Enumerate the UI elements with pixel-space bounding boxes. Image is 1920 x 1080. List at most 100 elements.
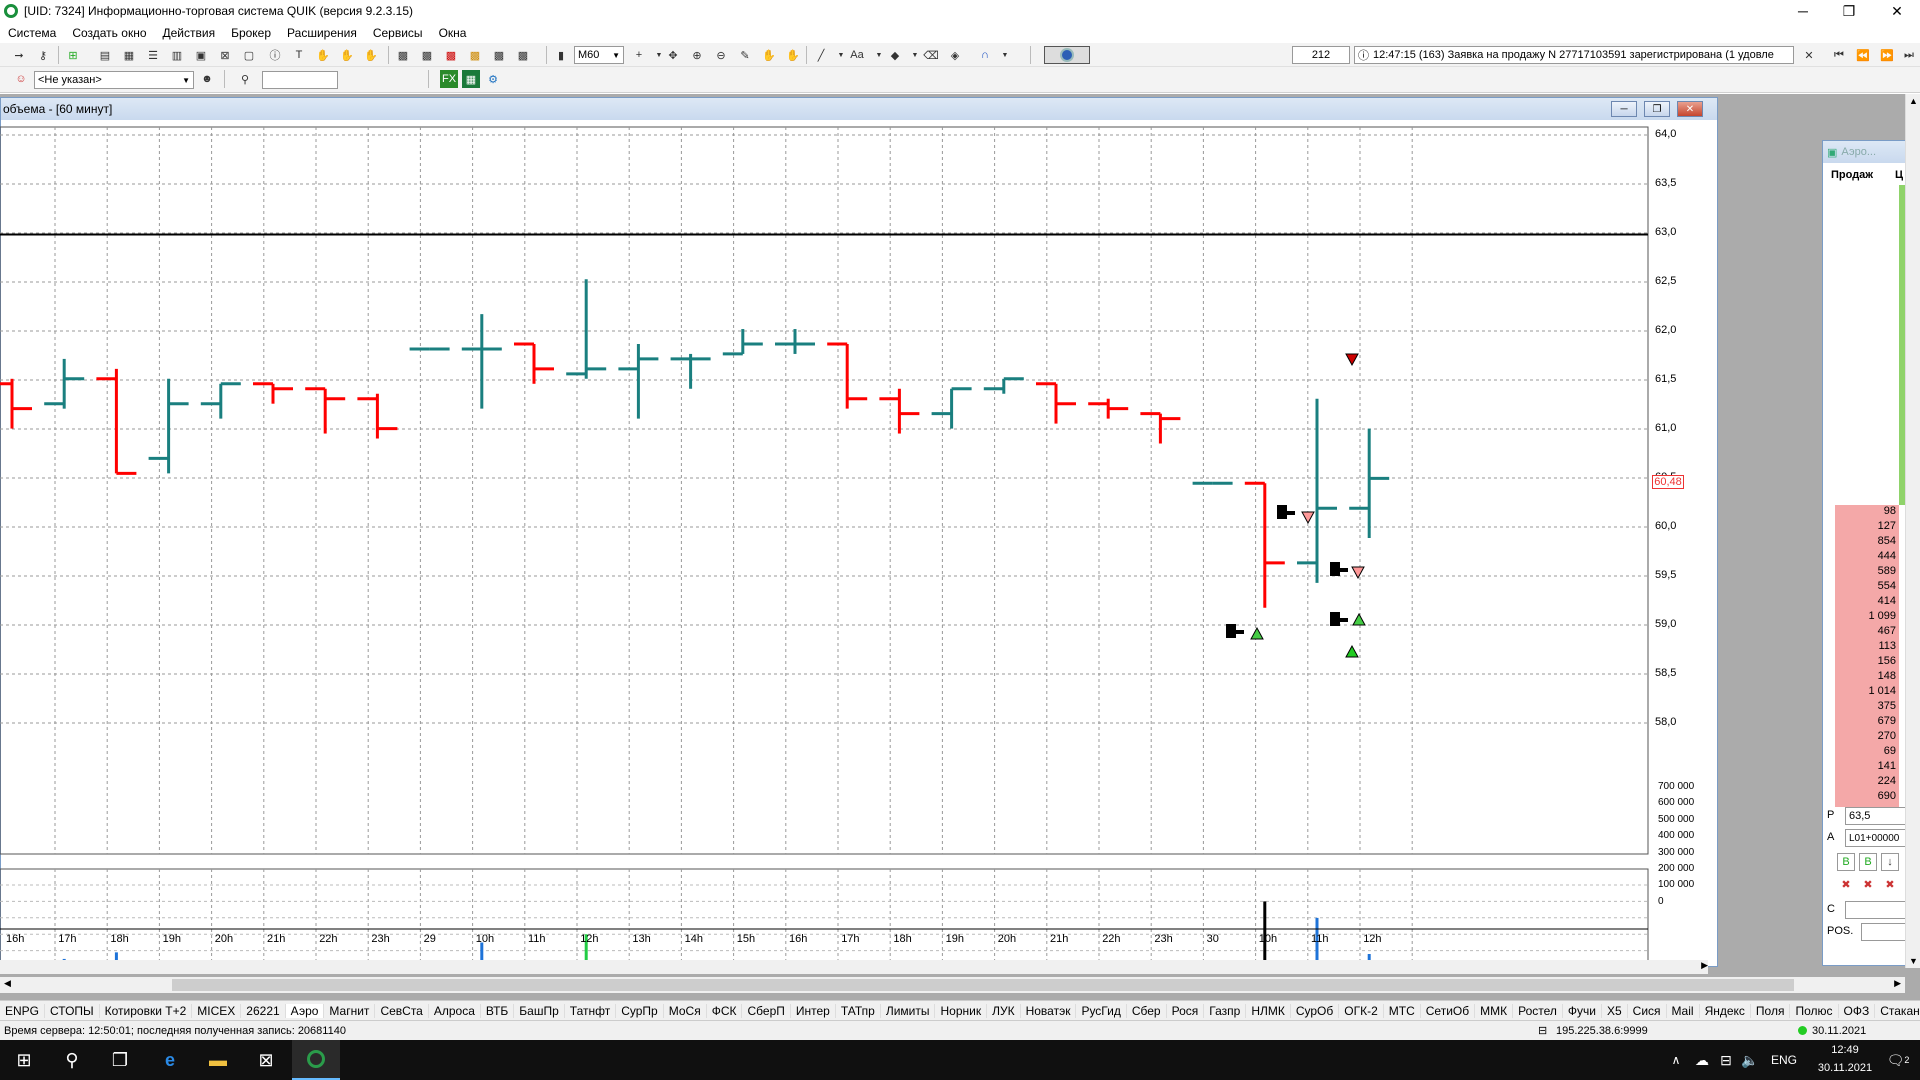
text-tool-icon[interactable]: Aa: [848, 46, 866, 64]
table-icon[interactable]: ▦: [462, 70, 480, 88]
first-icon[interactable]: ⏮: [1830, 46, 1848, 64]
close-icon[interactable]: ✕: [1800, 46, 1818, 64]
tab-41[interactable]: Стакан: [1875, 1004, 1920, 1018]
cancel-icon[interactable]: ✖: [1881, 875, 1899, 893]
notifications-icon[interactable]: 🗨 2: [1878, 1040, 1918, 1080]
language-indicator[interactable]: ENG: [1764, 1040, 1804, 1080]
table-icon[interactable]: ▥: [168, 46, 186, 64]
chart-window-icon[interactable]: ▩: [418, 46, 436, 64]
tab-26[interactable]: НЛМК: [1246, 1003, 1291, 1018]
tab-33[interactable]: Фучи: [1563, 1003, 1602, 1018]
folder-icon[interactable]: ▬: [194, 1040, 242, 1080]
network-icon[interactable]: ⊟: [1714, 1040, 1738, 1080]
move-icon[interactable]: ✥: [664, 46, 682, 64]
text-icon[interactable]: T: [290, 46, 308, 64]
sell-icon[interactable]: ✖: [1837, 875, 1855, 893]
tab-10[interactable]: БашПр: [514, 1003, 565, 1018]
store-icon[interactable]: ⊠: [242, 1040, 290, 1080]
zoom-in-icon[interactable]: ⊕: [688, 46, 706, 64]
main-horizontal-scrollbar[interactable]: ◀ ▶: [0, 977, 1905, 993]
tab-19[interactable]: Норник: [935, 1003, 988, 1018]
tab-1[interactable]: СТОПЫ: [45, 1003, 100, 1018]
close-button[interactable]: ✕: [1874, 0, 1920, 22]
tab-37[interactable]: Яндекс: [1700, 1003, 1751, 1018]
tab-16[interactable]: Интер: [791, 1003, 836, 1018]
chevron-down-icon[interactable]: ▼: [996, 46, 1014, 64]
gear-icon[interactable]: ⚙: [484, 70, 502, 88]
add-icon[interactable]: ⊞: [64, 46, 82, 64]
tab-22[interactable]: РусГид: [1076, 1003, 1127, 1018]
plus-icon[interactable]: +: [630, 46, 648, 64]
globe-icon[interactable]: [1044, 46, 1090, 64]
table-icon[interactable]: ▦: [120, 46, 138, 64]
tab-8[interactable]: Алроса: [429, 1003, 481, 1018]
scroll-thumb[interactable]: [172, 979, 1794, 991]
tab-36[interactable]: Mail: [1667, 1003, 1700, 1018]
tab-17[interactable]: ТАТпр: [836, 1003, 881, 1018]
volume-icon[interactable]: 🔈: [1738, 1040, 1762, 1080]
tab-31[interactable]: ММК: [1475, 1003, 1514, 1018]
tab-0[interactable]: ENPG: [0, 1003, 46, 1018]
search-icon[interactable]: ⚲: [48, 1040, 96, 1080]
pan-icon[interactable]: ✋: [784, 46, 802, 64]
table-icon[interactable]: ▤: [96, 46, 114, 64]
tab-11[interactable]: Татнфт: [565, 1003, 617, 1018]
tab-28[interactable]: ОГК-2: [1339, 1003, 1384, 1018]
bar-chart-icon[interactable]: ▮: [552, 46, 570, 64]
ruler-icon[interactable]: ✎: [736, 46, 754, 64]
menu-item-create-window[interactable]: Создать окно: [64, 26, 154, 40]
chart-window-icon[interactable]: ▩: [442, 46, 460, 64]
buy-market-icon[interactable]: B: [1859, 853, 1877, 871]
search-icon[interactable]: ⚲: [236, 70, 254, 88]
previous-icon[interactable]: ⏪: [1854, 46, 1872, 64]
buy-icon[interactable]: B: [1837, 853, 1855, 871]
last-icon[interactable]: ⏭: [1900, 46, 1918, 64]
message-field[interactable]: ⓘ 12:47:15 (163) Заявка на продажу N 2771…: [1354, 46, 1794, 64]
list-icon[interactable]: ☰: [144, 46, 162, 64]
chart-horizontal-scrollbar[interactable]: ▶: [0, 960, 1708, 974]
tab-27[interactable]: СурОб: [1291, 1003, 1340, 1018]
tab-24[interactable]: Рося: [1167, 1003, 1205, 1018]
minimize-button[interactable]: ─: [1780, 0, 1826, 22]
table-icon[interactable]: ▢: [240, 46, 258, 64]
chevron-up-icon[interactable]: ∧: [1664, 1040, 1688, 1080]
menu-item-broker[interactable]: Брокер: [223, 26, 279, 40]
info-icon[interactable]: ↓: [1881, 853, 1899, 871]
menu-item-extensions[interactable]: Расширения: [279, 26, 365, 40]
tab-14[interactable]: ФСК: [707, 1003, 743, 1018]
tab-39[interactable]: Полюс: [1790, 1003, 1839, 1018]
user-search-icon[interactable]: ☻: [198, 70, 216, 88]
order-book-row[interactable]: 690: [1835, 790, 1899, 807]
table-icon[interactable]: ⊠: [216, 46, 234, 64]
chevron-right-icon[interactable]: ▶: [1701, 960, 1708, 971]
arrow-right-icon[interactable]: ➞: [10, 46, 28, 64]
tab-20[interactable]: ЛУК: [987, 1003, 1021, 1018]
line-tool-icon[interactable]: ╱: [812, 46, 830, 64]
chart-window-icon[interactable]: ▩: [514, 46, 532, 64]
tab-9[interactable]: ВТБ: [481, 1003, 515, 1018]
tab-5[interactable]: Аэро: [285, 1003, 325, 1018]
tab-34[interactable]: Х5: [1602, 1003, 1628, 1018]
search-input[interactable]: [262, 71, 338, 89]
sell-market-icon[interactable]: ✖: [1859, 875, 1877, 893]
tab-13[interactable]: МоСя: [664, 1003, 707, 1018]
interval-select[interactable]: M60 ▼: [574, 46, 624, 64]
tab-21[interactable]: Новатэк: [1021, 1003, 1077, 1018]
connect-icon[interactable]: ⚷: [34, 46, 52, 64]
menu-item-actions[interactable]: Действия: [155, 26, 224, 40]
client-icon[interactable]: ☺: [12, 70, 30, 88]
hand-icon[interactable]: ✋: [760, 46, 778, 64]
chevron-left-icon[interactable]: ◀: [4, 978, 11, 989]
chevron-down-icon[interactable]: ▼: [1909, 956, 1918, 966]
menu-item-system[interactable]: Система: [0, 26, 64, 40]
chart-window-icon[interactable]: ▩: [394, 46, 412, 64]
magnet-icon[interactable]: ∩: [976, 46, 994, 64]
chart-window-icon[interactable]: ▩: [466, 46, 484, 64]
quik-taskbar-icon[interactable]: [292, 1040, 340, 1080]
menu-item-windows[interactable]: Окна: [431, 26, 475, 40]
tab-7[interactable]: СевСта: [375, 1003, 429, 1018]
menu-item-services[interactable]: Сервисы: [365, 26, 431, 40]
tab-23[interactable]: Сбер: [1127, 1003, 1167, 1018]
tab-2[interactable]: Котировки T+2: [100, 1003, 193, 1018]
tab-32[interactable]: Ростел: [1513, 1003, 1563, 1018]
